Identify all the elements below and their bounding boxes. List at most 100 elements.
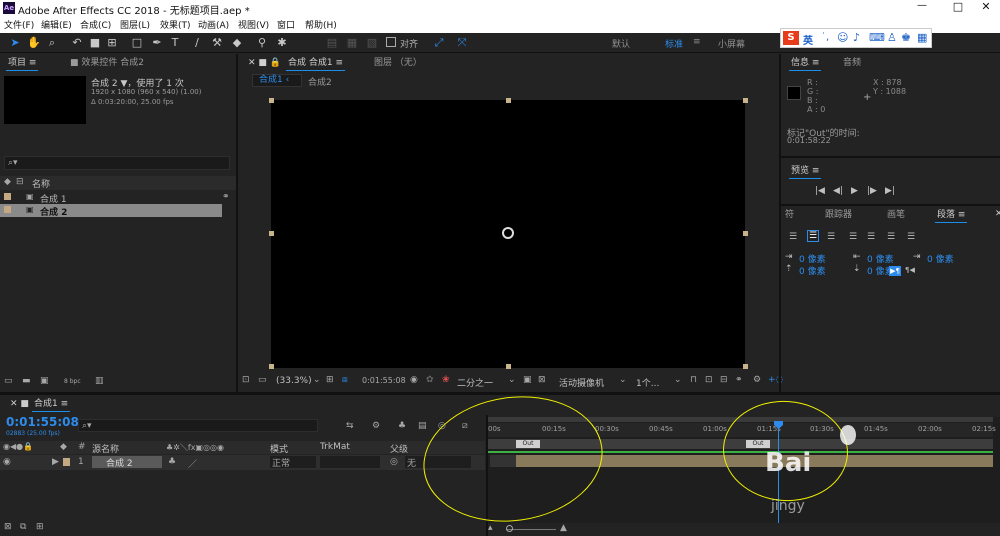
- toggle-pixel-aspect-icon[interactable]: ⊓: [690, 375, 697, 385]
- justify-left-icon[interactable]: ☰: [849, 232, 857, 242]
- snap-options-icon[interactable]: ⤧: [455, 36, 469, 50]
- flowchart-icon[interactable]: ⚭: [222, 192, 230, 202]
- view-axis-icon[interactable]: ▧: [365, 36, 379, 50]
- clone-stamp-tool-icon[interactable]: ⚒: [210, 36, 224, 50]
- camera-tool-icon[interactable]: ■: [88, 36, 102, 50]
- trkmat-header[interactable]: TrkMat: [320, 442, 350, 452]
- transform-handle[interactable]: [506, 364, 511, 369]
- workspace-menu-icon[interactable]: ≡: [693, 37, 701, 47]
- toolbox-icon[interactable]: ▦: [917, 31, 927, 44]
- name-column-header[interactable]: 名称: [32, 177, 50, 190]
- label-color-swatch[interactable]: [4, 193, 11, 200]
- camera-dropdown[interactable]: 活动摄像机: [559, 376, 604, 389]
- snapshot-icon[interactable]: ◉: [410, 375, 418, 385]
- transform-handle[interactable]: [506, 98, 511, 103]
- interpret-footage-icon[interactable]: ▭: [4, 376, 13, 386]
- emoji-icon[interactable]: ☺: [837, 31, 848, 44]
- transparency-grid-icon[interactable]: ⊠: [538, 375, 546, 385]
- user-icon[interactable]: ♙: [887, 31, 897, 44]
- menu-effect[interactable]: 效果(T): [160, 18, 191, 31]
- align-checkbox[interactable]: [386, 37, 396, 47]
- tab-close-icon[interactable]: ✕ ■ 🔒: [244, 54, 285, 72]
- video-toggle-icon[interactable]: ◉: [3, 457, 11, 467]
- maximize-button[interactable]: □: [948, 0, 968, 16]
- tab-info[interactable]: 信息 ≡: [787, 54, 823, 72]
- justify-right-icon[interactable]: ☰: [887, 232, 895, 242]
- project-search-input[interactable]: ⌕▾: [4, 156, 230, 170]
- tab-brushes[interactable]: 画笔: [883, 206, 909, 224]
- timeline-timecode[interactable]: 0:01:55:08: [6, 415, 79, 429]
- comp-timecode[interactable]: 0:01:55:08: [362, 376, 406, 385]
- tab-tracker[interactable]: 跟踪器: [821, 206, 856, 224]
- safe-zones-icon[interactable]: ⊞: [326, 375, 334, 385]
- monitor-icon[interactable]: ▭: [258, 375, 267, 385]
- bit-depth-label[interactable]: 8 bpc: [64, 378, 81, 385]
- pen-tool-icon[interactable]: ✒: [150, 36, 164, 50]
- transform-handle[interactable]: [269, 98, 274, 103]
- menu-edit[interactable]: 编辑(E): [41, 18, 72, 31]
- local-axis-icon[interactable]: ▤: [325, 36, 339, 50]
- zoom-out-icon[interactable]: ▴: [488, 523, 493, 533]
- new-folder-icon[interactable]: ▬: [22, 376, 31, 386]
- rtl-direction-icon[interactable]: ¶◀: [905, 266, 915, 274]
- zoom-slider-track[interactable]: [506, 529, 556, 530]
- last-frame-icon[interactable]: ▶|: [885, 186, 895, 196]
- project-item[interactable]: ▣ 合成 1: [0, 191, 222, 205]
- zoom-tool-icon[interactable]: ⌕: [45, 36, 59, 50]
- transform-handle[interactable]: [743, 364, 748, 369]
- shy-switch-icon[interactable]: ♣: [168, 457, 176, 467]
- ltr-direction-icon[interactable]: ▶¶: [889, 266, 901, 276]
- eraser-tool-icon[interactable]: ◆: [230, 36, 244, 50]
- new-composition-icon[interactable]: ▣: [40, 376, 49, 386]
- menu-file[interactable]: 文件(F): [4, 18, 34, 31]
- close-button[interactable]: ✕: [976, 0, 996, 16]
- source-name-header[interactable]: 源名称: [92, 442, 119, 455]
- views-dropdown[interactable]: 1个...: [636, 376, 659, 389]
- tab-paragraph[interactable]: 段落 ≡: [933, 206, 969, 224]
- microphone-icon[interactable]: ♪: [853, 31, 860, 44]
- mode-header[interactable]: 模式: [270, 442, 288, 455]
- channel-icon[interactable]: ❀: [442, 375, 450, 385]
- transform-handle[interactable]: [743, 98, 748, 103]
- roto-brush-tool-icon[interactable]: ⚲: [255, 36, 269, 50]
- tab-layer[interactable]: 图层 （无）: [370, 54, 426, 72]
- first-frame-icon[interactable]: |◀: [815, 186, 825, 196]
- justify-center-icon[interactable]: ☰: [867, 232, 875, 242]
- tab-character[interactable]: 符: [781, 206, 798, 224]
- always-preview-icon[interactable]: ⊡: [242, 375, 250, 385]
- label-color-swatch[interactable]: [4, 206, 11, 213]
- anchor-point-icon[interactable]: [502, 227, 514, 239]
- ime-language-label[interactable]: 英: [803, 32, 813, 47]
- reset-exposure-icon[interactable]: ⚙: [753, 375, 761, 385]
- menu-animation[interactable]: 动画(A): [198, 18, 229, 31]
- selection-tool-icon[interactable]: ➤: [8, 36, 22, 50]
- quality-switch-icon[interactable]: ／: [188, 457, 197, 470]
- menu-layer[interactable]: 图层(L): [120, 18, 150, 31]
- label-color-swatch[interactable]: [63, 458, 70, 466]
- mode-dropdown[interactable]: 正常: [270, 456, 316, 469]
- workspace-default[interactable]: 默认: [612, 37, 630, 50]
- tab-composition[interactable]: 合成 合成1 ≡: [284, 54, 347, 72]
- previous-frame-icon[interactable]: ◀|: [833, 186, 843, 196]
- menu-help[interactable]: 帮助(H): [305, 18, 337, 31]
- draft-3d-icon[interactable]: ⚙: [372, 421, 380, 431]
- label-column-icon[interactable]: ◆: [60, 442, 67, 452]
- pick-whip-icon[interactable]: ◎: [390, 457, 398, 467]
- align-center-icon[interactable]: ☰: [807, 230, 820, 242]
- align-left-icon[interactable]: ☰: [789, 232, 797, 242]
- tab-preview[interactable]: 预览 ≡: [787, 162, 823, 180]
- resolution-dropdown[interactable]: 二分之一: [457, 376, 493, 389]
- transform-handle[interactable]: [743, 231, 748, 236]
- tab-audio[interactable]: 音频: [839, 54, 865, 72]
- parent-header[interactable]: 父级: [390, 442, 408, 455]
- tab-project[interactable]: 项目 ≡: [4, 54, 40, 72]
- close-icon[interactable]: ✕: [995, 209, 1000, 219]
- space-before-field[interactable]: 0 像素: [799, 264, 826, 277]
- menu-view[interactable]: 视图(V): [238, 18, 269, 31]
- rectangle-tool-icon[interactable]: □: [130, 36, 144, 50]
- hand-tool-icon[interactable]: ✋: [27, 36, 41, 50]
- chevron-down-icon[interactable]: ⌄: [508, 375, 516, 385]
- chevron-down-icon[interactable]: ⌄: [674, 375, 682, 385]
- label-column-icon[interactable]: ◆: [4, 177, 11, 187]
- layer-switches-icon[interactable]: ⊠: [4, 522, 12, 532]
